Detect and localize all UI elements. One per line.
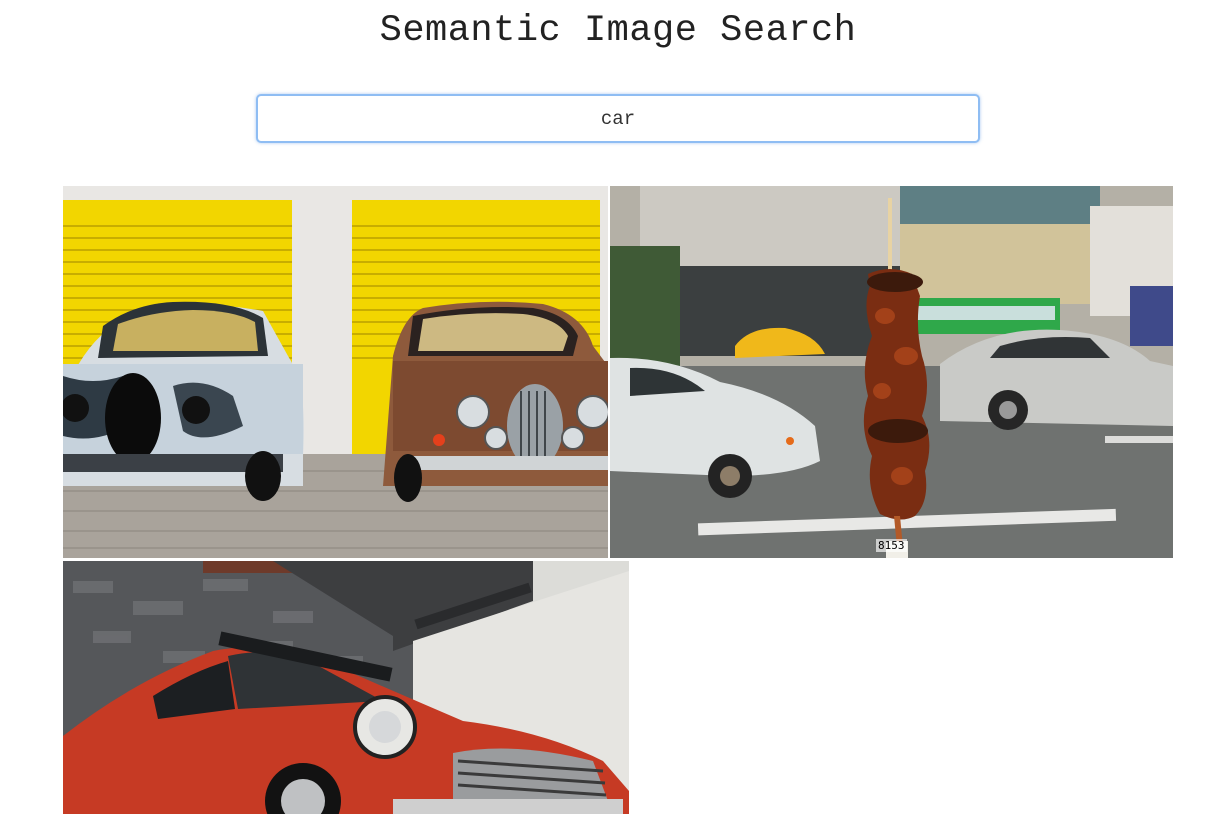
page-title: Semantic Image Search [379,10,857,52]
search-input[interactable] [256,94,980,143]
result-image-2[interactable]: 8153 [610,186,1173,558]
result-label: 8153 [876,539,907,552]
page: Semantic Image Search car 8153 [0,0,1218,814]
result-image-1[interactable] [63,186,608,558]
result-image-3[interactable] [63,561,629,814]
